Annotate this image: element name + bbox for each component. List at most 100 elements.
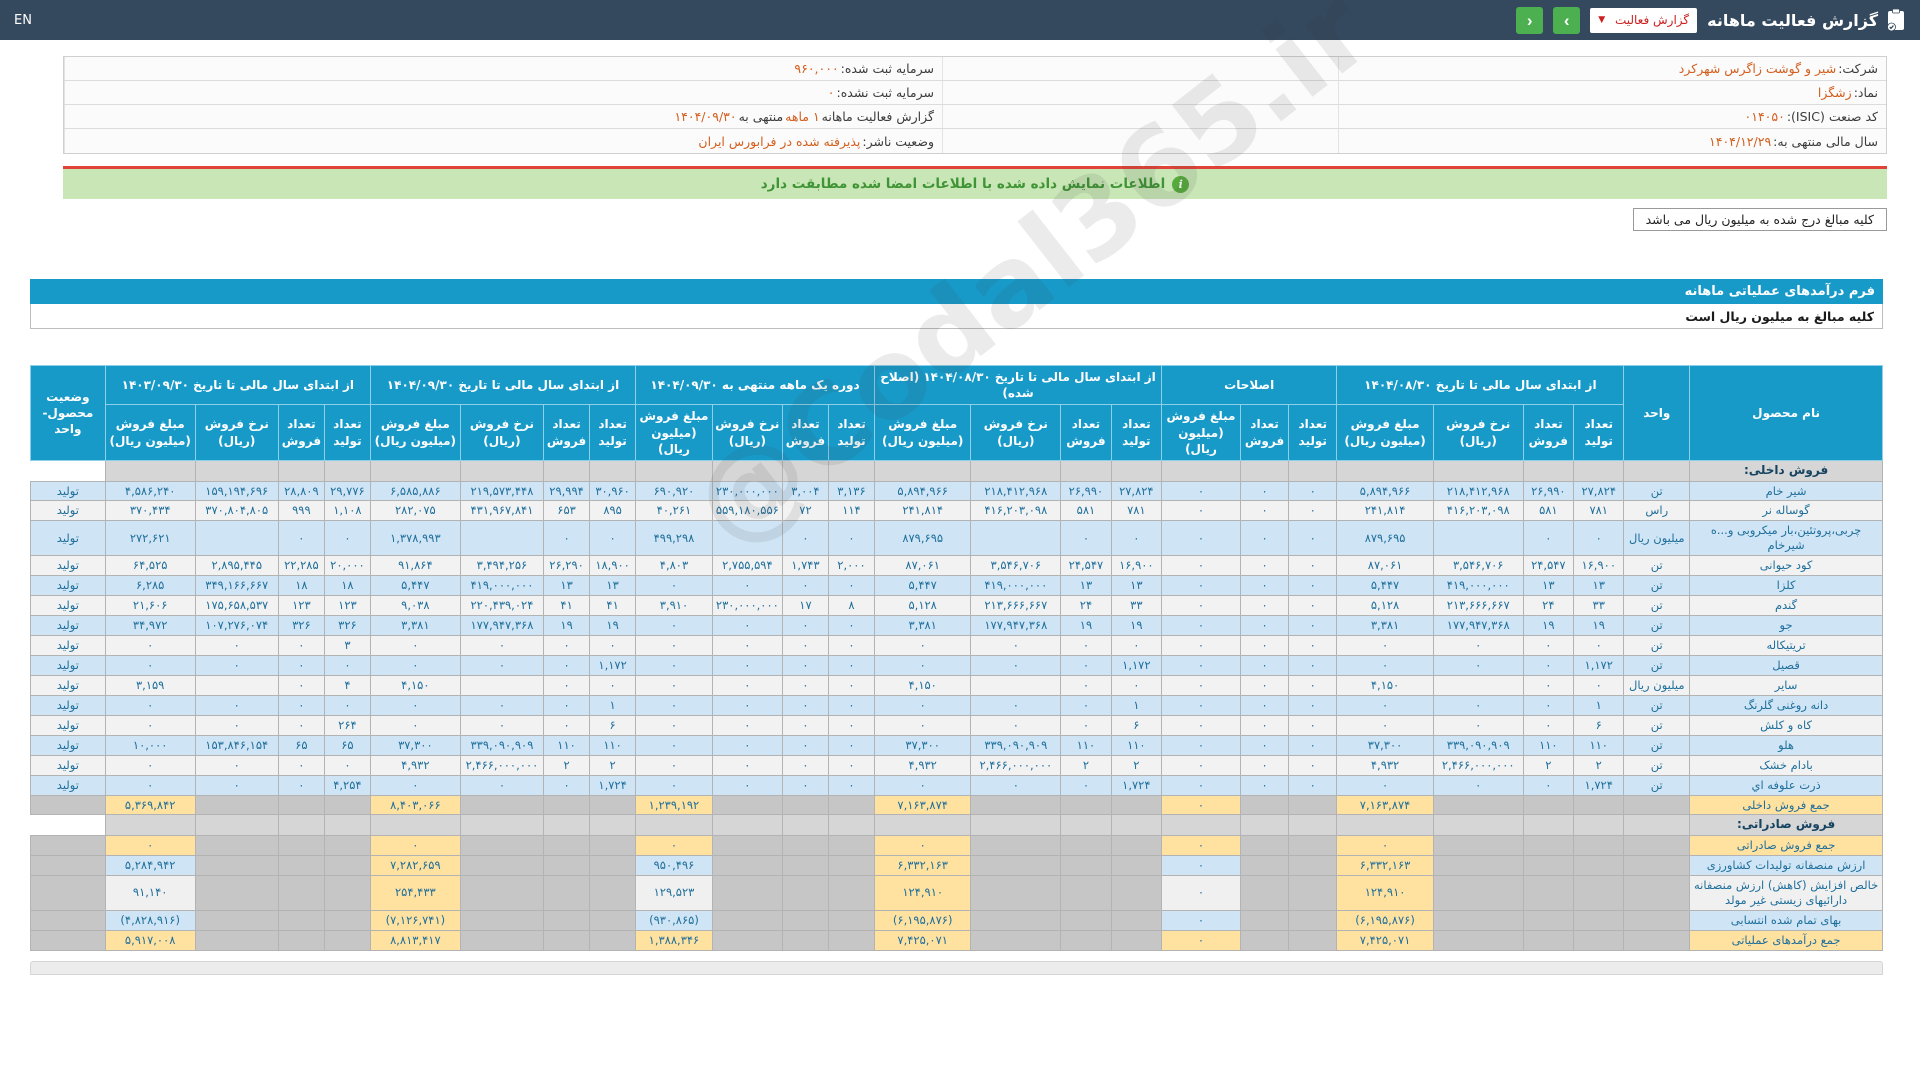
value-cell <box>1111 836 1161 856</box>
table-row: ذرت علوفه ايتن۱,۷۲۴۰۰۰۰۰۰۱,۷۲۴۰۰۰۰۰۰۰۱,۷… <box>31 775 1883 795</box>
value-cell: ۶۹۰,۹۲۰ <box>636 481 713 501</box>
value-cell: ۰ <box>195 715 278 735</box>
total-amount: ۰ <box>105 836 195 856</box>
value-cell <box>828 875 874 910</box>
group-header-a: از ابتدای سال مالی تا تاریخ ۱۴۰۴/۰۸/۳۰ <box>1337 366 1624 405</box>
value-cell: ۱۳ <box>1111 576 1161 596</box>
value-cell <box>782 875 828 910</box>
next-report-button[interactable]: › <box>1553 7 1580 34</box>
total-amount: ۰ <box>874 836 970 856</box>
group-header-e: از ابتدای سال مالی تا تاریخ ۱۴۰۴/۰۹/۳۰ <box>370 366 635 405</box>
value-cell: ۶,۵۸۵,۸۸۶ <box>370 481 460 501</box>
value-cell: ۰ <box>971 695 1061 715</box>
value-cell: ۳۲۶ <box>324 616 370 636</box>
value-cell: ۰ <box>874 715 970 735</box>
section-cell <box>590 460 636 481</box>
group-header-c: از ابتدای سال مالی تا تاریخ ۱۴۰۴/۰۸/۳۰ (… <box>874 366 1161 405</box>
section-cell <box>1624 815 1690 836</box>
value-cell <box>1289 875 1337 910</box>
value-cell <box>544 930 590 950</box>
value-cell: ۰ <box>278 636 324 656</box>
value-cell: ۵,۱۲۸ <box>874 596 970 616</box>
value-cell <box>324 930 370 950</box>
section-cell <box>1162 460 1241 481</box>
unit: تن <box>1624 695 1690 715</box>
value-cell: ۴,۸۰۳ <box>636 556 713 576</box>
value-cell: ۲۴۱,۸۱۴ <box>1337 501 1433 521</box>
value-cell <box>782 795 828 815</box>
table-row: بادام خشکتن۲۲۲,۴۶۶,۰۰۰,۰۰۰۴,۹۳۲۰۰۰۲۲۲,۴۶… <box>31 755 1883 775</box>
value-cell: ۰ <box>636 695 713 715</box>
section-cell <box>782 460 828 481</box>
value-cell <box>460 875 543 910</box>
product-name: جو <box>1690 616 1883 636</box>
value-cell: ۱۷۷,۹۴۷,۳۶۸ <box>460 616 543 636</box>
value-cell: ۰ <box>1289 695 1337 715</box>
previous-report-button[interactable]: ‹ <box>1516 7 1543 34</box>
unit: تن <box>1624 596 1690 616</box>
value-cell: ۰ <box>782 695 828 715</box>
value-cell: ۰ <box>1240 481 1288 501</box>
value-cell: ۸ <box>828 596 874 616</box>
value-cell: ۳,۳۸۱ <box>874 616 970 636</box>
value-cell: ۳,۳۸۱ <box>1337 616 1433 636</box>
value-cell: ۴,۱۵۰ <box>370 675 460 695</box>
total-amount: ۵,۹۱۷,۰۰۸ <box>105 930 195 950</box>
value-cell: ۶ <box>590 715 636 735</box>
unit: تن <box>1624 655 1690 675</box>
report-type-dropdown[interactable]: گزارش فعالیت ماهانه ▼ <box>1590 8 1697 33</box>
footer-bar <box>30 961 1883 975</box>
value-cell <box>1574 910 1624 930</box>
value-cell: ۴,۵۸۶,۲۴۰ <box>105 481 195 501</box>
sub-header: تعداد فروش <box>278 405 324 461</box>
unit: میلیون ریال <box>1624 675 1690 695</box>
table-row: سایرمیلیون ریال۰۰۴,۱۵۰۰۰۰۰۰۴,۱۵۰۰۰۰۰۰۰۴,… <box>31 675 1883 695</box>
value-cell: ۲۲۰,۴۳۹,۰۲۴ <box>460 596 543 616</box>
section-cell <box>1337 460 1433 481</box>
value-cell: ۰ <box>1240 576 1288 596</box>
company-info-table: شرکت: شیر و گوشت زاگرس شهرکردسرمایه ثبت … <box>63 56 1887 154</box>
section-cell <box>1289 460 1337 481</box>
total-label: جمع فروش داخلی <box>1690 795 1883 815</box>
value-cell: ۰ <box>828 675 874 695</box>
value-cell: ۲۳۰,۰۰۰,۰۰۰ <box>712 481 782 501</box>
value-cell: ۲۴,۵۴۷ <box>1523 556 1573 576</box>
value-cell <box>1433 795 1523 815</box>
sub-header: مبلغ فروش (میلیون ریال) <box>370 405 460 461</box>
value-cell: ۰ <box>782 655 828 675</box>
group-header-adj: اصلاحات <box>1162 366 1337 405</box>
value-cell: ۰ <box>636 775 713 795</box>
total-row: بهای تمام شده انتسابی(۶,۱۹۵,۸۷۶)۰(۶,۱۹۵,… <box>31 910 1883 930</box>
value-cell <box>544 836 590 856</box>
value-cell: ۰ <box>636 675 713 695</box>
value-cell <box>590 910 636 930</box>
value-cell: ۰ <box>636 755 713 775</box>
value-cell: ۱۹ <box>590 616 636 636</box>
total-amount: (۶,۱۹۵,۸۷۶) <box>1337 910 1433 930</box>
value-cell: ۳۳ <box>1574 596 1624 616</box>
value-cell <box>712 795 782 815</box>
amounts-unit-note-box: کلیه مبالغ درج شده به میلیون ریال می باش… <box>1633 208 1887 231</box>
sub-header: تعداد فروش <box>1240 405 1288 461</box>
status-cell <box>31 795 106 815</box>
value-cell: ۰ <box>105 775 195 795</box>
value-cell: ۰ <box>1523 695 1573 715</box>
value-cell <box>1523 875 1573 910</box>
value-cell <box>278 795 324 815</box>
sub-header: نرخ فروش (ریال) <box>712 405 782 461</box>
total-row: خالص افزایش (کاهش) ارزش منصفانه دارائیها… <box>31 875 1883 910</box>
language-toggle-en[interactable]: EN <box>14 13 32 28</box>
chevron-down-icon: ▼ <box>1598 15 1605 25</box>
value-cell: ۴۱۶,۲۰۳,۰۹۸ <box>971 501 1061 521</box>
value-cell: ۵,۴۴۷ <box>874 576 970 596</box>
value-cell <box>1574 836 1624 856</box>
value-cell: ۰ <box>1337 775 1433 795</box>
value-cell: ۱,۳۷۸,۹۹۳ <box>370 521 460 556</box>
total-amount: ۷,۱۶۳,۸۷۴ <box>874 795 970 815</box>
sub-header: تعداد فروش <box>1523 405 1573 461</box>
value-cell: ۱۸ <box>324 576 370 596</box>
value-cell: ۱۵۳,۸۴۶,۱۵۴ <box>195 735 278 755</box>
value-cell: ۰ <box>1162 695 1241 715</box>
value-cell: ۱۱۰ <box>1111 735 1161 755</box>
value-cell <box>1574 875 1624 910</box>
